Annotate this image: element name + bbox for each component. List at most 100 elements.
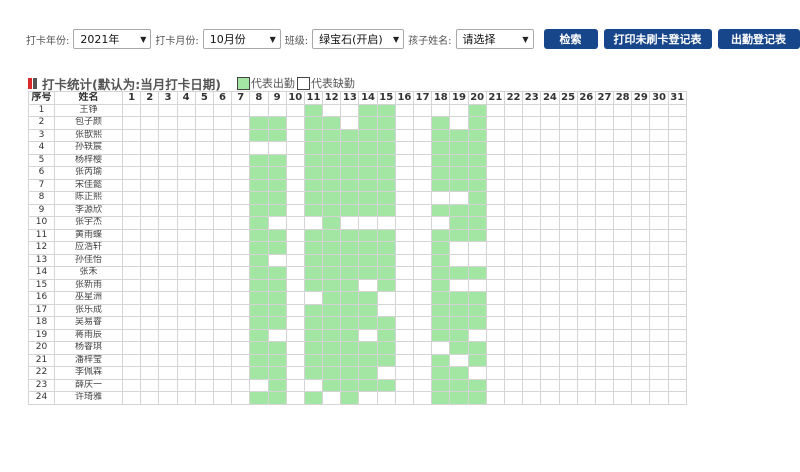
day-cell-absent [558, 103, 578, 117]
day-cell-present [267, 316, 287, 330]
day-cell-present [267, 278, 287, 292]
day-cell-present [322, 216, 342, 230]
day-cell-present [249, 128, 269, 142]
day-cell-present [303, 228, 324, 242]
day-cell-absent [394, 241, 415, 255]
day-cell-absent [594, 191, 615, 205]
day-cell-present [322, 328, 342, 342]
section-marker-icon [28, 77, 38, 89]
day-cell-absent [176, 191, 196, 205]
day-cell-absent [631, 266, 651, 280]
row-seq: 15 [28, 278, 55, 292]
day-cell-present [467, 141, 487, 155]
day-cell-absent [613, 141, 633, 155]
day-cell-absent [503, 153, 524, 167]
day-cell-present [376, 378, 396, 392]
day-cell-present [340, 353, 360, 367]
day-cell-absent [667, 103, 687, 117]
day-cell-absent [449, 191, 469, 205]
row-seq: 10 [28, 216, 55, 230]
day-cell-absent [576, 341, 596, 355]
day-cell-absent [485, 116, 505, 130]
day-cell-present [267, 303, 287, 317]
day-cell-absent [613, 353, 633, 367]
month-select-value: 10月份 [209, 33, 246, 46]
day-cell-absent [558, 303, 578, 317]
day-cell-absent [285, 103, 305, 117]
day-cell-absent [649, 303, 669, 317]
day-cell-present [249, 178, 269, 192]
row-name: 张宇杰 [54, 216, 123, 230]
day-cell-absent [631, 166, 651, 180]
month-select[interactable]: 10月份 ▼ [202, 29, 281, 49]
day-cell-absent [212, 328, 233, 342]
day-cell-absent [158, 328, 178, 342]
day-cell-present [249, 291, 269, 305]
day-cell-present [449, 391, 469, 405]
day-cell-present [358, 316, 378, 330]
day-cell-absent [594, 178, 615, 192]
day-cell-absent [522, 191, 542, 205]
day-cell-present [376, 341, 396, 355]
day-cell-absent [140, 291, 160, 305]
day-cell-absent [140, 328, 160, 342]
year-select[interactable]: 2021年 ▼ [73, 29, 152, 49]
day-cell-absent [594, 128, 615, 142]
day-cell-absent [212, 266, 233, 280]
day-cell-absent [394, 378, 415, 392]
day-cell-absent [231, 166, 251, 180]
day-cell-present [340, 391, 360, 405]
class-select[interactable]: 绿宝石(开启) ▼ [312, 29, 405, 49]
day-cell-absent [140, 253, 160, 267]
day-cell-absent [503, 378, 524, 392]
day-cell-absent [285, 303, 305, 317]
day-cell-absent [231, 203, 251, 217]
day-cell-present [322, 166, 342, 180]
day-cell-present [376, 328, 396, 342]
day-cell-absent [194, 178, 214, 192]
day-cell-present [303, 116, 324, 130]
day-cell-present [249, 116, 269, 130]
row-name: 陈正熙 [54, 191, 123, 205]
day-cell-present [467, 303, 487, 317]
day-cell-absent [503, 278, 524, 292]
child-select[interactable]: 请选择 ▼ [455, 29, 534, 49]
day-cell-present [340, 153, 360, 167]
day-cell-present [303, 178, 324, 192]
day-cell-absent [594, 328, 615, 342]
day-cell-absent [285, 291, 305, 305]
day-cell-absent [667, 178, 687, 192]
header-day: 23 [522, 91, 542, 105]
day-cell-absent [522, 353, 542, 367]
day-cell-present [431, 366, 451, 380]
table-row: 21 潘梓莹 [28, 353, 687, 367]
day-cell-present [249, 391, 269, 405]
day-cell-absent [394, 341, 415, 355]
row-seq: 14 [28, 266, 55, 280]
day-cell-absent [285, 153, 305, 167]
row-name: 蒋雨辰 [54, 328, 123, 342]
day-cell-absent [667, 141, 687, 155]
day-cell-present [431, 378, 451, 392]
day-cell-present [267, 391, 287, 405]
day-cell-absent [540, 203, 560, 217]
search-button[interactable]: 检索 [543, 29, 598, 49]
day-cell-present [267, 228, 287, 242]
day-cell-absent [576, 178, 596, 192]
day-cell-present [358, 203, 378, 217]
day-cell-absent [158, 116, 178, 130]
day-cell-absent [212, 378, 233, 392]
day-cell-present [322, 278, 342, 292]
day-cell-absent [522, 341, 542, 355]
day-cell-present [267, 166, 287, 180]
table-row: 11 黄雨蝶 [28, 228, 687, 242]
header-day: 24 [540, 91, 560, 105]
day-cell-absent [667, 353, 687, 367]
attendance-register-button[interactable]: 出勤登记表 [717, 29, 800, 49]
day-cell-absent [594, 141, 615, 155]
day-cell-present [431, 353, 451, 367]
row-name: 许琦雅 [54, 391, 123, 405]
day-cell-absent [194, 303, 214, 317]
print-unswiped-button[interactable]: 打印未刷卡登记表 [603, 29, 712, 49]
header-day: 19 [449, 91, 469, 105]
